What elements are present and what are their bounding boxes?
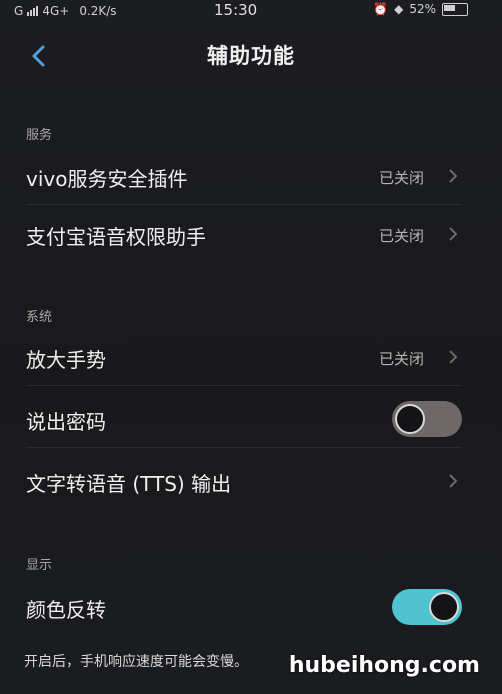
battery-icon [442,2,468,16]
row-label: 文字转语音 (TTS) 输出 [26,472,232,496]
toggle-knob [429,592,459,622]
network-speed: 0.2K/s [79,4,117,18]
wifi-icon: ◆ [394,2,404,16]
row-status: 已关闭 [378,169,424,187]
screen: G 4G+ 0.2K/s 15:30 ⏰ ◆ 52% 辅助功能 服务 vivo服… [0,0,502,694]
row-status: 已关闭 [378,350,424,368]
status-bar: G 4G+ 0.2K/s 15:30 ⏰ ◆ 52% [0,0,502,22]
chevron-right-icon [449,227,458,241]
chevron-right-icon [449,350,458,364]
status-left: G 4G+ 0.2K/s [14,4,117,18]
color-inversion-footnote: 开启后，手机响应速度可能会变慢。 [24,654,248,670]
chevron-right-icon [449,474,458,488]
chevron-right-icon [449,169,458,183]
divider [26,447,462,448]
carrier-label: G [14,4,24,18]
speak-passwords-toggle[interactable] [392,401,462,437]
status-right: ⏰ ◆ 52% [373,2,468,16]
row-label: 说出密码 [26,410,106,434]
status-time: 15:30 [214,1,258,19]
toggle-knob [395,404,425,434]
row-magnification-gestures[interactable]: 放大手势 已关闭 [0,328,502,386]
section-label-service: 服务 [26,128,53,143]
alarm-icon: ⏰ [373,2,389,16]
divider [26,385,462,386]
network-label: 4G+ [42,4,70,18]
header: 辅助功能 [0,30,502,82]
battery-percent: 52% [409,2,436,16]
row-status: 已关闭 [378,227,424,245]
row-vivo-service-plugin[interactable]: vivo服务安全插件 已关闭 [0,147,502,205]
row-color-inversion: 颜色反转 [0,578,502,636]
row-alipay-voice-assistant[interactable]: 支付宝语音权限助手 已关闭 [0,205,502,263]
section-label-system: 系统 [26,310,53,325]
row-label: vivo服务安全插件 [26,167,188,191]
row-tts-output[interactable]: 文字转语音 (TTS) 输出 [0,452,502,510]
watermark: hubeihong.com [288,653,480,678]
row-label: 颜色反转 [26,598,106,622]
color-inversion-toggle[interactable] [392,589,462,625]
row-label: 支付宝语音权限助手 [26,225,206,249]
row-speak-passwords: 说出密码 [0,390,502,448]
signal-icon [27,6,39,16]
section-label-display: 显示 [26,558,53,573]
row-label: 放大手势 [26,348,106,372]
page-title: 辅助功能 [207,44,295,68]
